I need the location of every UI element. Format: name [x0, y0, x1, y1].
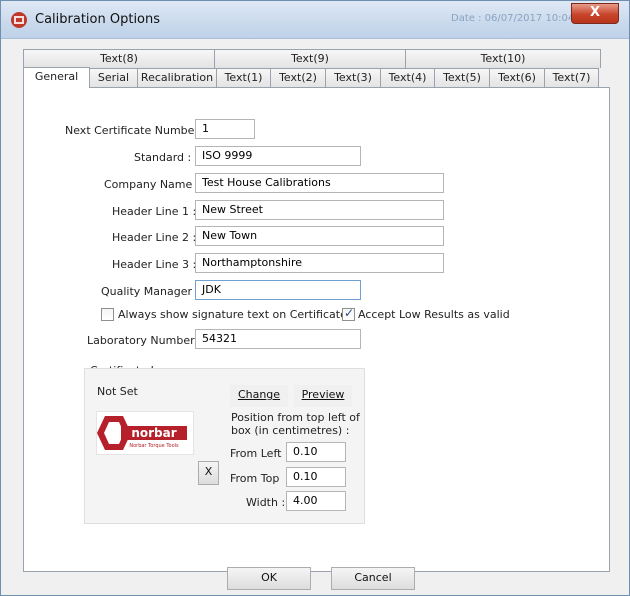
header-line-2-label: Header Line 2 :	[112, 231, 197, 244]
position-help-line-1: Position from top left of	[231, 411, 360, 424]
accept-low-results-label: Accept Low Results as valid	[358, 308, 510, 321]
cancel-button[interactable]: Cancel	[331, 567, 415, 590]
tab-text-7[interactable]: Text(7)	[544, 68, 599, 87]
change-logo-label: Change	[237, 388, 281, 401]
width-input[interactable]: 4.00	[286, 491, 346, 511]
header-line-1-input[interactable]: New Street	[195, 200, 444, 220]
standard-input[interactable]: ISO 9999	[195, 146, 361, 166]
norbar-logo-text: norbar	[131, 426, 176, 440]
position-help-line-2: box (in centimetres) :	[231, 424, 350, 437]
always-show-signature-checkbox[interactable]	[101, 308, 114, 321]
tab-row-bottom: General Serial Recalibration Text(1) Tex…	[23, 67, 599, 88]
title-bar: Calibration Options Date : 06/07/2017 10…	[1, 1, 629, 39]
tab-recalibration[interactable]: Recalibration	[137, 68, 217, 87]
tab-text-6[interactable]: Text(6)	[489, 68, 545, 87]
company-name-input[interactable]: Test House Calibrations	[195, 173, 444, 193]
norbar-logo-subtext: Norbar Torque Tools	[129, 443, 179, 449]
ok-button[interactable]: OK	[227, 567, 311, 590]
tab-text-10[interactable]: Text(10)	[405, 49, 601, 68]
from-top-label: From Top	[230, 472, 280, 485]
change-logo-button[interactable]: Change	[230, 385, 288, 407]
header-line-3-label: Header Line 3 :	[112, 258, 197, 271]
tab-text-8[interactable]: Text(8)	[23, 49, 215, 68]
header-line-3-input[interactable]: Northamptonshire	[195, 253, 444, 273]
close-button[interactable]: X	[571, 3, 619, 24]
ok-label: OK	[261, 571, 277, 584]
tab-text-3[interactable]: Text(3)	[325, 68, 381, 87]
quality-manager-input[interactable]: JDK	[195, 280, 361, 300]
from-top-input[interactable]: 0.10	[286, 467, 346, 487]
tab-text-1[interactable]: Text(1)	[216, 68, 271, 87]
width-label: Width :	[246, 496, 286, 509]
tab-text-9[interactable]: Text(9)	[214, 49, 406, 68]
preview-logo-button[interactable]: Preview	[294, 385, 352, 407]
accept-low-results-checkbox[interactable]	[342, 306, 355, 321]
from-left-input[interactable]: 0.10	[286, 442, 346, 462]
header-line-2-input[interactable]: New Town	[195, 226, 444, 246]
standard-label: Standard :	[134, 151, 192, 164]
logo-preview: norbar Norbar Torque Tools	[96, 411, 194, 455]
tab-serial[interactable]: Serial	[89, 68, 138, 87]
logo-status: Not Set	[97, 385, 138, 398]
calibration-options-window: Calibration Options Date : 06/07/2017 10…	[0, 0, 630, 596]
next-cert-label: Next Certificate Number :	[65, 124, 207, 137]
tab-row-top: Text(8) Text(9) Text(10)	[23, 49, 601, 68]
next-cert-input[interactable]: 1	[195, 119, 255, 139]
quality-manager-label: Quality Manager :	[101, 285, 200, 298]
norbar-logo: norbar Norbar Torque Tools	[97, 416, 187, 450]
from-left-label: From Left	[230, 447, 282, 460]
laboratory-number-input[interactable]: 54321	[195, 329, 361, 349]
tab-text-5[interactable]: Text(5)	[434, 68, 490, 87]
window-title: Calibration Options	[35, 12, 161, 27]
laboratory-number-label: Laboratory Number :	[87, 334, 202, 347]
cancel-label: Cancel	[354, 571, 392, 584]
clear-logo-button[interactable]: X	[198, 461, 219, 485]
app-icon	[11, 12, 27, 28]
company-name-label: Company Name	[104, 178, 193, 191]
header-line-1-label: Header Line 1 :	[112, 205, 197, 218]
tab-text-4[interactable]: Text(4)	[380, 68, 435, 87]
tab-general[interactable]: General	[23, 67, 90, 88]
tab-text-2[interactable]: Text(2)	[270, 68, 326, 87]
close-icon: X	[589, 5, 601, 20]
clear-logo-label: X	[204, 465, 213, 478]
preview-logo-label: Preview	[301, 388, 345, 401]
window-title-extra: Date : 06/07/2017 10:04	[451, 13, 575, 24]
always-show-signature-label: Always show signature text on Certificat…	[118, 308, 347, 321]
